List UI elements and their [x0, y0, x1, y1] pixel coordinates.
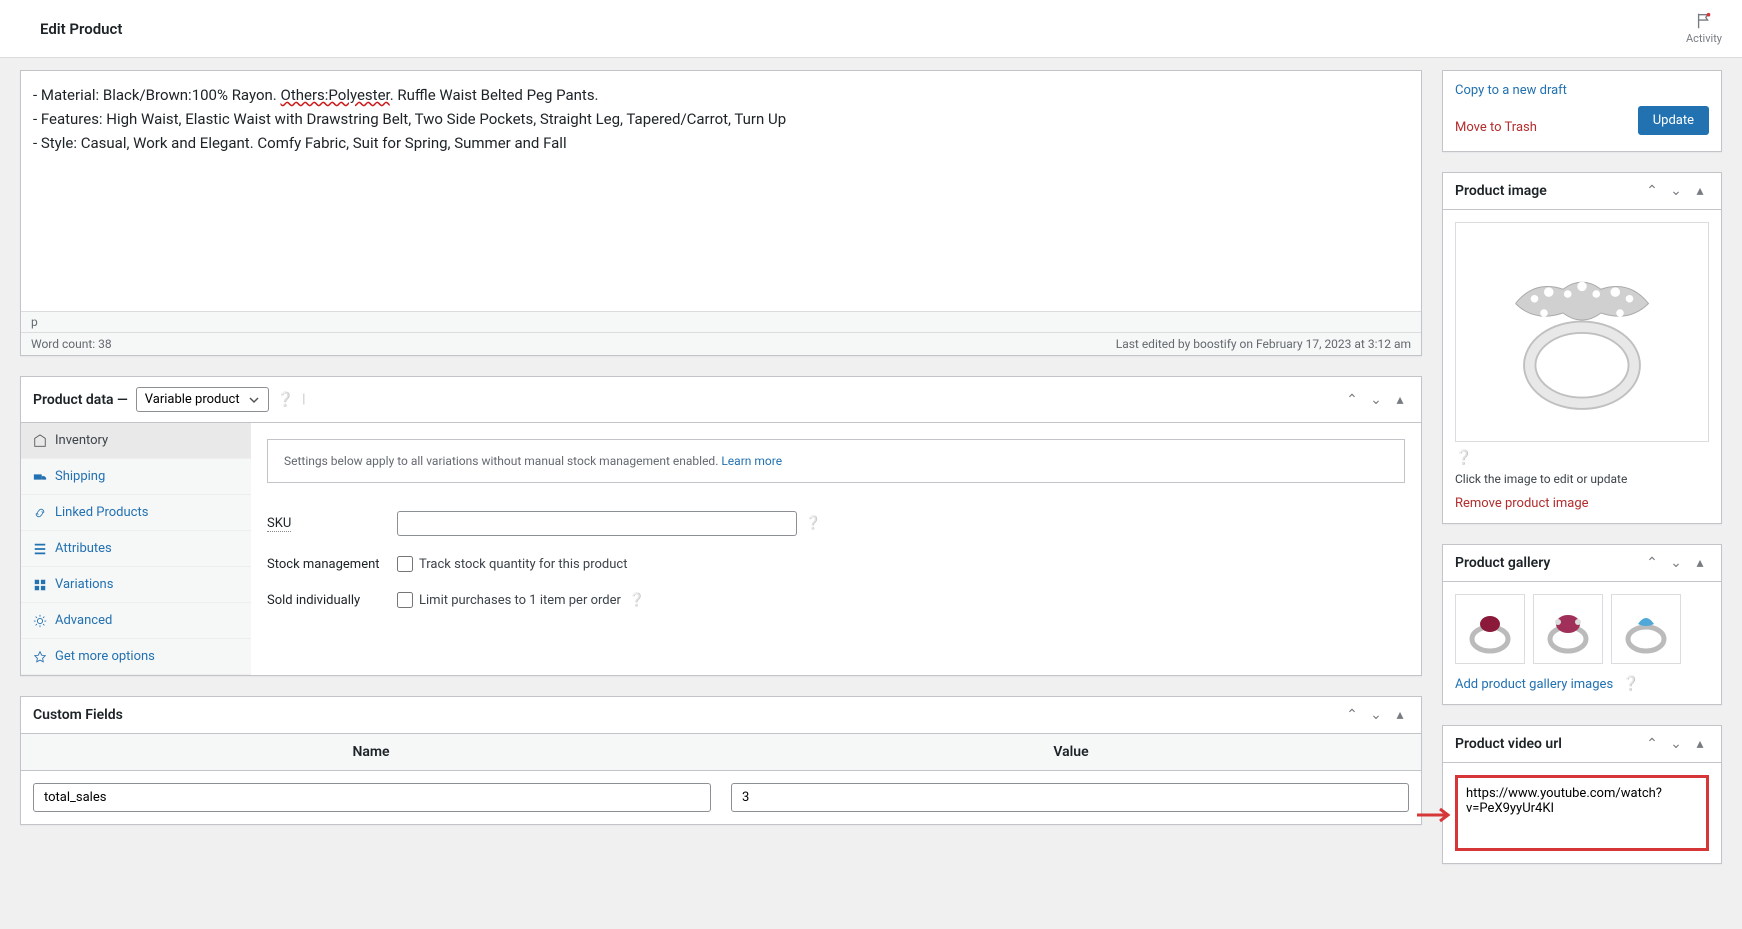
editor-content[interactable]: - Material: Black/Brown:100% Rayon. Othe… [21, 71, 1421, 311]
flag-icon [1695, 12, 1713, 30]
product-data-tabs: Inventory Shipping Linked Products Attri… [21, 423, 251, 675]
move-up-icon[interactable]: ⌃ [1343, 707, 1361, 723]
product-image-box: Product image ⌃ ⌄ ▴ ❔ Click the image to e… [1442, 172, 1722, 524]
tab-variations[interactable]: Variations [21, 567, 251, 603]
toggle-panel-icon[interactable]: ▴ [1691, 555, 1709, 571]
sold-individually-label: Sold individually [267, 593, 397, 608]
tab-shipping[interactable]: Shipping [21, 459, 251, 495]
cf-name-input[interactable] [33, 783, 711, 812]
sold-individually-checkbox[interactable] [397, 592, 413, 608]
link-icon [33, 506, 47, 520]
cf-value-input[interactable] [731, 783, 1409, 812]
inventory-panel: Settings below apply to all variations w… [251, 423, 1421, 675]
update-button[interactable]: Update [1638, 106, 1709, 135]
gallery-thumb[interactable] [1611, 594, 1681, 664]
product-gallery-title: Product gallery [1455, 555, 1550, 571]
sku-input[interactable] [397, 511, 797, 536]
help-icon[interactable]: ❔ [805, 516, 821, 531]
truck-icon [33, 470, 47, 484]
add-gallery-link[interactable]: Add product gallery images [1455, 677, 1613, 692]
move-up-icon[interactable]: ⌃ [1643, 183, 1661, 199]
move-up-icon[interactable]: ⌃ [1343, 392, 1361, 408]
toggle-panel-icon[interactable]: ▴ [1691, 736, 1709, 752]
sku-label: SKU [267, 516, 397, 531]
toggle-panel-icon[interactable]: ▴ [1391, 707, 1409, 723]
tab-linked-products[interactable]: Linked Products [21, 495, 251, 531]
top-bar: Edit Product Activity [0, 0, 1742, 58]
publish-box: Copy to a new draft Move to Trash Update [1442, 70, 1722, 152]
editor-element-path[interactable]: p [21, 312, 1421, 333]
variations-notice: Settings below apply to all variations w… [267, 439, 1405, 483]
gear-icon [33, 614, 47, 628]
gallery-thumb[interactable] [1455, 594, 1525, 664]
custom-fields-box: Custom Fields ⌃ ⌄ ▴ Name Value [20, 696, 1422, 825]
grid-icon [33, 578, 47, 592]
tab-inventory[interactable]: Inventory [21, 423, 251, 459]
product-gallery-box: Product gallery ⌃ ⌄ ▴ Add product gallery … [1442, 544, 1722, 705]
help-icon[interactable]: ❔ [629, 593, 645, 608]
word-count: Word count: 38 [31, 337, 112, 351]
activity-button[interactable]: Activity [1686, 12, 1722, 45]
editor-footer: p Word count: 38 Last edited by boostify… [21, 311, 1421, 355]
tab-advanced[interactable]: Advanced [21, 603, 251, 639]
product-data-title: Product data — [33, 392, 128, 408]
list-icon [33, 542, 47, 556]
product-video-title: Product video url [1455, 736, 1562, 752]
annotation-arrow [1415, 805, 1455, 829]
move-up-icon[interactable]: ⌃ [1643, 736, 1661, 752]
content-editor-box: - Material: Black/Brown:100% Rayon. Othe… [20, 70, 1422, 356]
learn-more-link[interactable]: Learn more [721, 454, 782, 468]
product-data-box: Product data — Variable product ❔ | ⌃ ⌄ … [20, 376, 1422, 676]
product-video-box: Product video url ⌃ ⌄ ▴ [1442, 725, 1722, 864]
help-icon[interactable]: ❔ [1622, 676, 1639, 692]
move-down-icon[interactable]: ⌄ [1667, 736, 1685, 752]
tab-get-more[interactable]: Get more options [21, 639, 251, 675]
cf-name-header: Name [21, 734, 721, 770]
track-stock-checkbox[interactable] [397, 556, 413, 572]
move-down-icon[interactable]: ⌄ [1367, 392, 1385, 408]
toggle-panel-icon[interactable]: ▴ [1391, 392, 1409, 408]
product-type-select[interactable]: Variable product [136, 387, 269, 412]
help-icon[interactable]: ❔ [277, 392, 294, 408]
product-image-title: Product image [1455, 183, 1547, 199]
video-url-input[interactable] [1466, 786, 1698, 836]
move-to-trash-link[interactable]: Move to Trash [1455, 120, 1537, 135]
image-hint: Click the image to edit or update [1455, 472, 1709, 486]
cf-value-header: Value [721, 734, 1421, 770]
page-title: Edit Product [40, 20, 122, 38]
gallery-thumb[interactable] [1533, 594, 1603, 664]
move-up-icon[interactable]: ⌃ [1643, 555, 1661, 571]
copy-draft-link[interactable]: Copy to a new draft [1455, 83, 1567, 98]
ring-image [1487, 237, 1677, 427]
help-icon[interactable]: ❔ [1455, 450, 1472, 466]
stock-management-label: Stock management [267, 557, 397, 572]
tab-attributes[interactable]: Attributes [21, 531, 251, 567]
star-icon [33, 650, 47, 664]
inventory-icon [33, 434, 47, 448]
remove-image-link[interactable]: Remove product image [1455, 496, 1589, 511]
move-down-icon[interactable]: ⌄ [1667, 183, 1685, 199]
product-featured-image[interactable] [1455, 222, 1709, 442]
move-down-icon[interactable]: ⌄ [1367, 707, 1385, 723]
toggle-panel-icon[interactable]: ▴ [1691, 183, 1709, 199]
last-edited: Last edited by boostify on February 17, … [1116, 337, 1411, 351]
move-down-icon[interactable]: ⌄ [1667, 555, 1685, 571]
custom-fields-title: Custom Fields [33, 707, 123, 723]
